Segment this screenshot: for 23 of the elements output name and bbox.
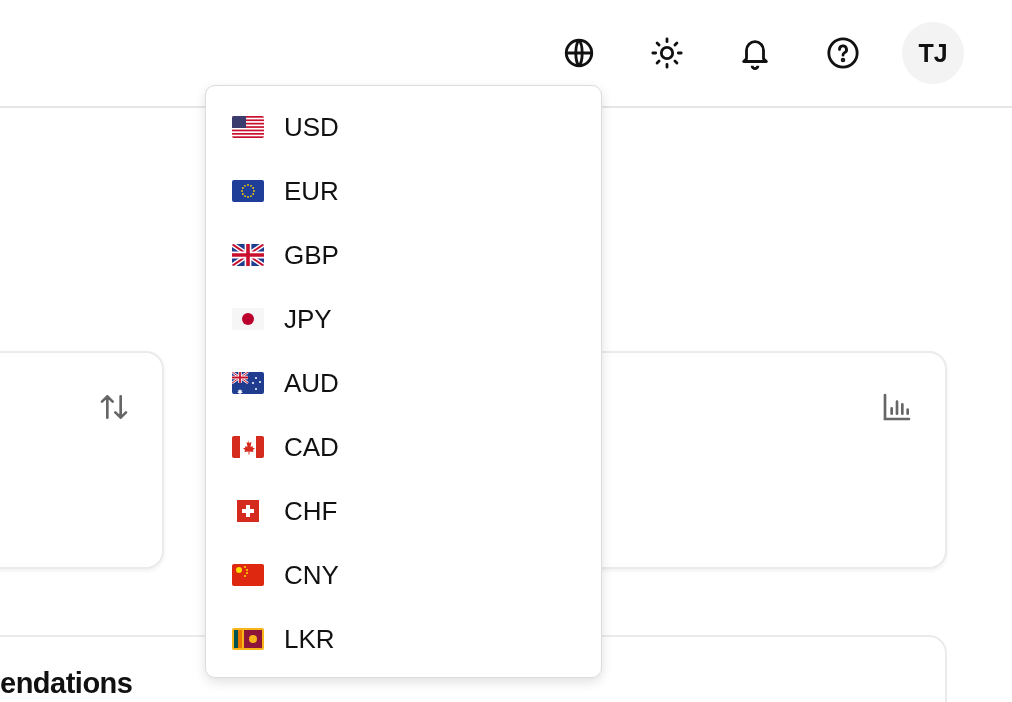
- currency-option[interactable]: CHF: [206, 479, 601, 543]
- flag-icon: [232, 564, 264, 586]
- flag-icon: [232, 308, 264, 330]
- theme-toggle-button[interactable]: [650, 36, 684, 70]
- flag-icon: [232, 180, 264, 202]
- currency-option[interactable]: LKR: [206, 607, 601, 671]
- currency-option[interactable]: EUR: [206, 159, 601, 223]
- help-button[interactable]: [826, 36, 860, 70]
- currency-option[interactable]: GBP: [206, 223, 601, 287]
- flag-icon: [232, 372, 264, 394]
- currency-option[interactable]: CNY: [206, 543, 601, 607]
- currency-option[interactable]: USD: [206, 95, 601, 159]
- section-title: endations: [0, 667, 133, 700]
- currency-option[interactable]: JPY: [206, 287, 601, 351]
- flag-icon: [232, 436, 264, 458]
- flag-icon: [232, 116, 264, 138]
- currency-option[interactable]: CAD: [206, 415, 601, 479]
- user-avatar[interactable]: TJ: [902, 22, 964, 84]
- currency-option[interactable]: AUD: [206, 351, 601, 415]
- flag-icon: [232, 628, 264, 650]
- bar-chart-icon: [881, 391, 913, 423]
- language-button[interactable]: [562, 36, 596, 70]
- flag-icon: [232, 244, 264, 266]
